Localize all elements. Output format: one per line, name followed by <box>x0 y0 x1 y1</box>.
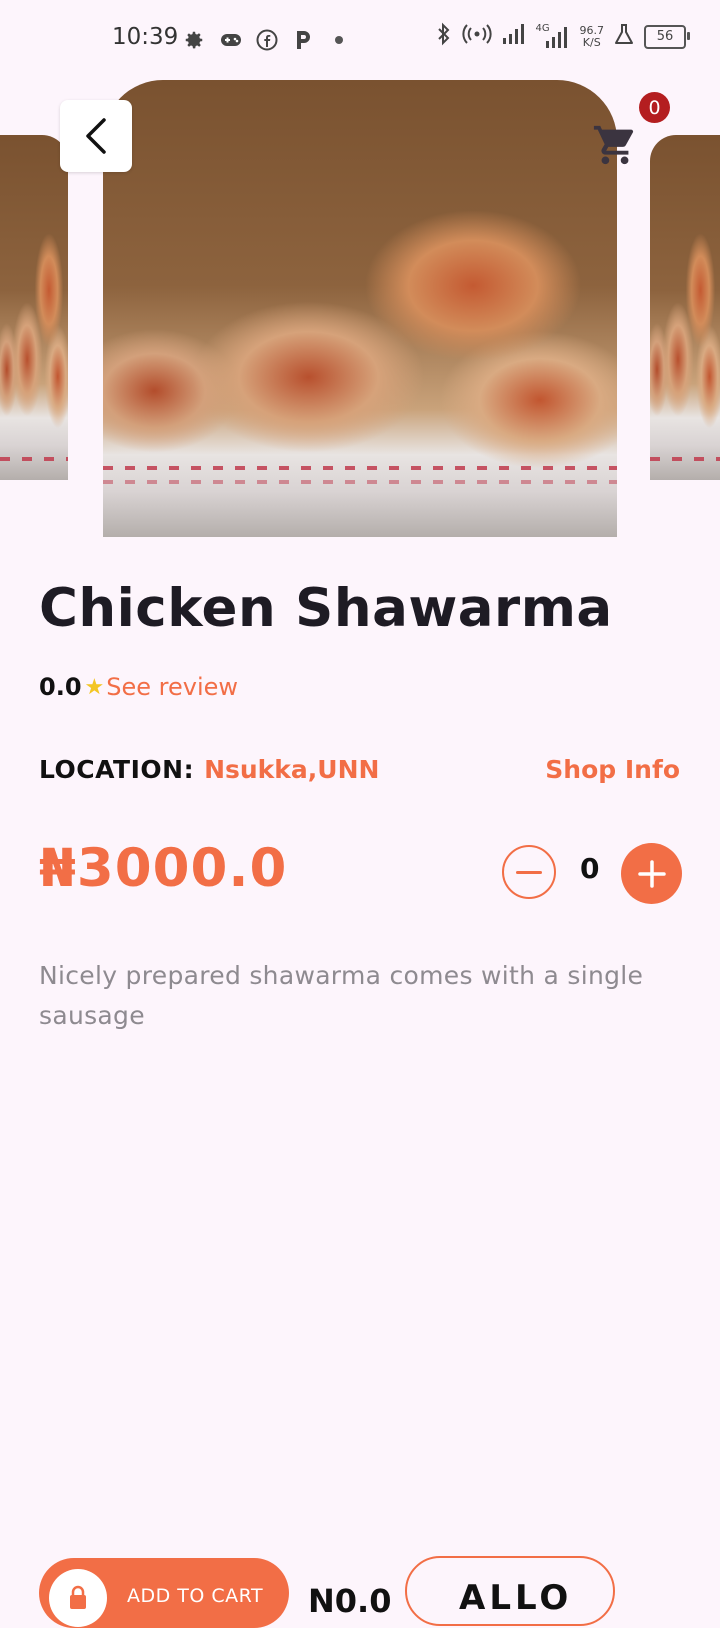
dot-icon <box>334 26 344 54</box>
rating-row: 0.0 ★ See review <box>39 673 238 701</box>
flask-icon <box>614 23 634 50</box>
facebook-icon <box>254 26 280 54</box>
towel-stripe <box>0 457 68 461</box>
increase-quantity-button[interactable] <box>621 843 682 904</box>
status-time: 10:39 <box>112 24 179 50</box>
shawarma-image <box>650 135 720 480</box>
settings-icon <box>182 26 206 54</box>
lock-icon <box>70 1585 86 1609</box>
product-price: ₦3000.0 <box>39 838 288 899</box>
cart-total: N0.0 <box>308 1582 392 1620</box>
decrease-quantity-button[interactable] <box>502 845 556 899</box>
lock-icon-circle <box>49 1569 107 1627</box>
location-label: LOCATION: <box>39 755 195 784</box>
add-to-cart-button[interactable]: ADD TO CART <box>39 1558 289 1628</box>
carousel-image-previous[interactable] <box>0 135 68 480</box>
speed-value: 96.7 <box>579 23 605 37</box>
carousel-image-next[interactable] <box>650 135 720 480</box>
status-bar: 10:39 4G 96.7 K/S 56 <box>0 0 720 78</box>
plus-icon <box>637 859 666 888</box>
battery-icon: 56 <box>644 24 690 49</box>
shop-info-link[interactable]: Shop Info <box>545 755 680 784</box>
location-value: Nsukka,UNN <box>204 755 380 784</box>
towel-stripe <box>103 466 617 470</box>
cart-count-badge: 0 <box>639 92 670 123</box>
battery-level: 56 <box>656 29 674 44</box>
towel-stripe <box>650 457 720 461</box>
back-button[interactable] <box>60 100 132 172</box>
cart-button[interactable] <box>592 122 638 172</box>
bluetooth-icon <box>436 22 452 51</box>
quantity-value: 0 <box>580 852 600 885</box>
parking-icon <box>292 26 314 54</box>
star-icon: ★ <box>84 674 105 700</box>
product-description: Nicely prepared shawarma comes with a si… <box>39 961 644 1030</box>
towel-stripe <box>103 480 617 484</box>
speed-unit: K/S <box>582 35 601 49</box>
signal-icon <box>502 23 526 50</box>
signal-4g-icon: 4G <box>536 23 570 49</box>
hotspot-icon <box>461 23 492 50</box>
location-row: LOCATION: Nsukka,UNN <box>39 755 379 784</box>
see-review-link[interactable]: See review <box>106 673 238 701</box>
product-title: Chicken Shawarma <box>39 578 613 639</box>
shopping-cart-icon <box>593 125 634 165</box>
carousel-image-current[interactable] <box>103 80 617 537</box>
shawarma-image <box>0 135 68 480</box>
all-button[interactable]: ALLO <box>405 1556 615 1626</box>
add-to-cart-label: ADD TO CART <box>127 1585 264 1607</box>
all-button-label: ALLO <box>459 1578 573 1618</box>
network-speed: 96.7 K/S <box>579 23 605 49</box>
chevron-left-icon <box>86 118 106 154</box>
status-right: 4G 96.7 K/S 56 <box>436 22 690 51</box>
gamepad-icon <box>218 26 244 54</box>
rating-value: 0.0 <box>39 673 82 701</box>
